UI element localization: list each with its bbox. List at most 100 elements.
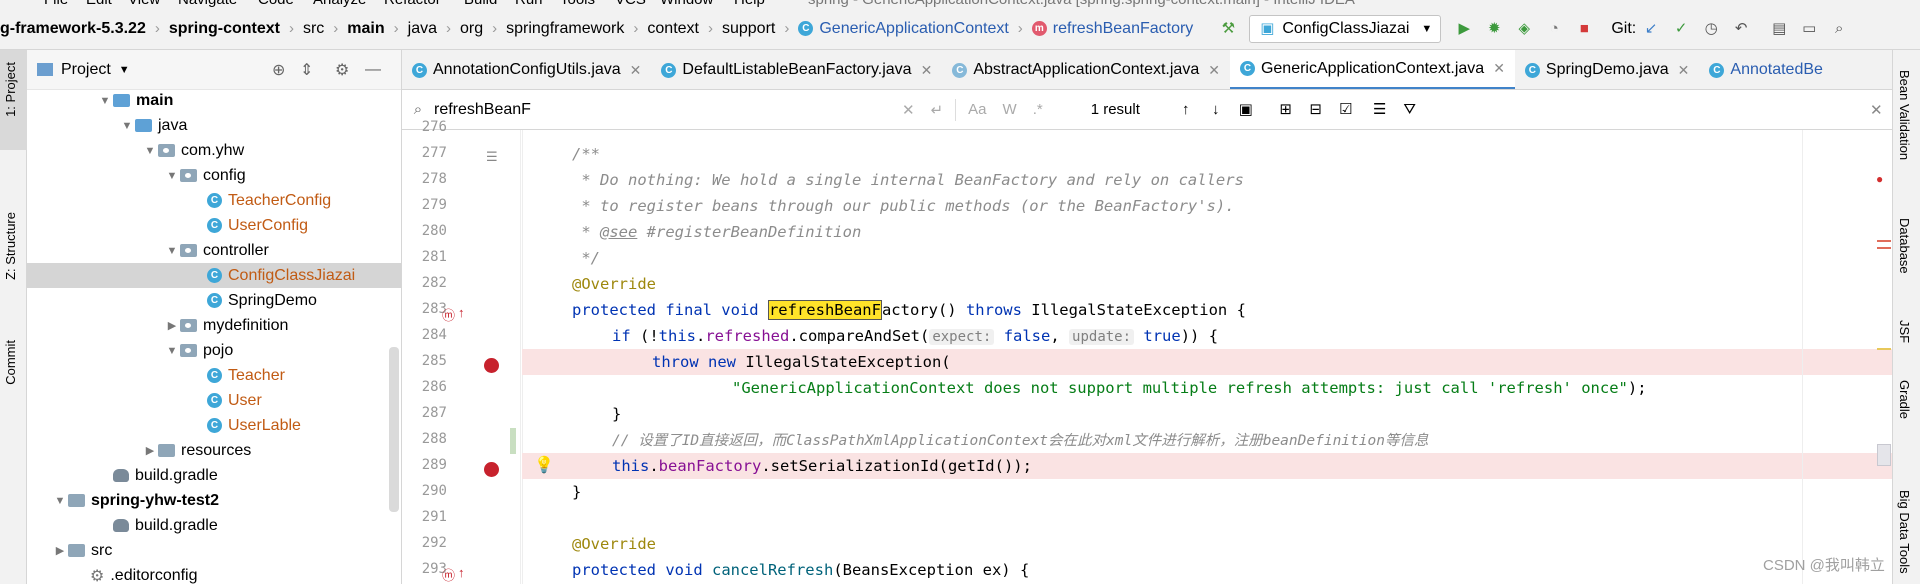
code-editor[interactable]: /** * Do nothing: We hold a single inter…	[522, 130, 1892, 584]
menu-analyze[interactable]: Analyze	[313, 0, 366, 8]
project-structure-icon[interactable]: ▤	[1770, 20, 1788, 38]
stop-icon[interactable]: ■	[1575, 20, 1593, 38]
git-update-icon[interactable]: ↙	[1642, 20, 1660, 38]
jsf-tool-button[interactable]: JSF	[1897, 320, 1912, 343]
breadcrumb-method[interactable]: refreshBeanFactory	[1053, 20, 1194, 38]
profile-icon[interactable]: ◔	[1545, 20, 1563, 38]
git-rollback-icon[interactable]: ↶	[1732, 20, 1750, 38]
menu-window[interactable]: Window	[660, 0, 713, 8]
tab-defaultlistablebeanfactory[interactable]: C DefaultListableBeanFactory.java ✕	[651, 50, 942, 89]
remove-occurrence-icon[interactable]: ⊟	[1307, 101, 1325, 119]
project-tool-button[interactable]: 1: Project	[3, 62, 18, 117]
breakpoint-icon[interactable]	[484, 358, 499, 373]
breadcrumb-org[interactable]: org	[460, 20, 483, 38]
tree-item-class[interactable]: C SpringDemo	[207, 288, 317, 313]
tree-item-resources[interactable]: ▶ resources	[142, 438, 251, 463]
rendered-doc-icon[interactable]: ☰	[486, 149, 498, 165]
tree-item-module[interactable]: ▼ spring-yhw-test2	[52, 488, 219, 513]
error-stripe-marker[interactable]	[1877, 240, 1891, 242]
breadcrumb-project[interactable]: g-framework-5.3.22	[0, 20, 146, 38]
overrides-method-icon[interactable]: ⓜ	[442, 305, 455, 324]
breadcrumb-context[interactable]: context	[647, 20, 699, 38]
tree-item-class[interactable]: C UserLable	[207, 413, 301, 438]
select-all-occurrences-icon[interactable]: ▣	[1237, 101, 1255, 119]
tree-item-java[interactable]: ▼ java	[119, 113, 188, 138]
tree-item-class[interactable]: C Teacher	[207, 363, 285, 388]
close-icon[interactable]: ✕	[1493, 60, 1505, 77]
tree-item-package[interactable]: ▶ mydefinition	[164, 313, 289, 338]
menu-help[interactable]: Help	[734, 0, 765, 8]
tree-item-build-gradle[interactable]: build.gradle	[97, 513, 218, 538]
search-everywhere-icon[interactable]: ⌕	[1830, 20, 1848, 38]
filter-icon[interactable]: ⛛	[1401, 101, 1419, 119]
collapse-all-icon[interactable]: ⇕	[300, 60, 313, 80]
menu-run[interactable]: Run	[515, 0, 543, 8]
build-hammer-icon[interactable]: ⚒	[1219, 20, 1237, 38]
tree-item-package[interactable]: ▼ config	[164, 163, 246, 188]
breadcrumb-main[interactable]: main	[347, 20, 384, 38]
debug-icon[interactable]: ✹	[1485, 20, 1503, 38]
error-stripe-marker[interactable]	[1877, 247, 1891, 249]
select-occurrences-icon[interactable]: ☑	[1337, 101, 1355, 119]
menu-code[interactable]: Code	[258, 0, 294, 8]
hide-icon[interactable]: —	[365, 61, 381, 79]
breadcrumb-java[interactable]: java	[408, 20, 437, 38]
bean-validation-tool-button[interactable]: Bean Validation	[1897, 70, 1912, 160]
locate-icon[interactable]: ⊕	[272, 60, 285, 80]
database-tool-button[interactable]: Database	[1897, 218, 1912, 274]
tree-item-package[interactable]: ▼ com.yhw	[142, 138, 245, 163]
coverage-icon[interactable]: ◈	[1515, 20, 1533, 38]
tree-item-editorconfig[interactable]: ⚙ .editorconfig	[74, 563, 198, 584]
close-icon[interactable]: ✕	[921, 62, 933, 79]
tree-item-main[interactable]: ▼ main	[97, 88, 174, 113]
chevron-down-icon[interactable]: ▼	[119, 64, 130, 76]
tree-item-build-gradle[interactable]: build.gradle	[97, 463, 218, 488]
lightbulb-icon[interactable]: 💡	[534, 455, 554, 475]
menu-file[interactable]: File	[44, 0, 68, 8]
regex-toggle[interactable]: .*	[1033, 101, 1043, 118]
menu-build[interactable]: Build	[464, 0, 497, 8]
add-occurrence-icon[interactable]: ⊞	[1277, 101, 1295, 119]
replace-toggle-icon[interactable]: ↵	[931, 101, 944, 119]
breadcrumb-class[interactable]: GenericApplicationContext	[819, 20, 1008, 38]
git-commit-icon[interactable]: ✓	[1672, 20, 1690, 38]
error-indicator-icon[interactable]: ●	[1876, 172, 1883, 186]
gear-icon[interactable]: ⚙	[335, 60, 349, 80]
menu-navigate[interactable]: Navigate	[178, 0, 237, 8]
presentation-icon[interactable]: ▭	[1800, 20, 1818, 38]
breadcrumb-support[interactable]: support	[722, 20, 775, 38]
tree-item-package[interactable]: ▼ pojo	[164, 338, 234, 363]
tab-genericapplicationcontext[interactable]: C GenericApplicationContext.java ✕	[1229, 50, 1515, 89]
find-input[interactable]	[434, 100, 894, 119]
tab-annotationconfigutils[interactable]: C AnnotationConfigUtils.java ✕	[402, 50, 651, 89]
menu-refactor[interactable]: Refactor	[384, 0, 441, 8]
gradle-tool-button[interactable]: Gradle	[1897, 380, 1912, 419]
vcs-change-marker[interactable]	[510, 428, 516, 454]
git-history-icon[interactable]: ◷	[1702, 20, 1720, 38]
commit-tool-button[interactable]: Commit	[3, 340, 18, 385]
warning-stripe-marker[interactable]	[1877, 348, 1891, 350]
project-panel-title[interactable]: Project	[61, 61, 111, 79]
whole-words-toggle[interactable]: W	[1003, 101, 1017, 118]
close-icon[interactable]: ✕	[630, 62, 642, 79]
close-icon[interactable]: ✕	[1208, 62, 1220, 79]
menu-tools[interactable]: Tools	[560, 0, 595, 8]
arrow-up-icon[interactable]: ↑	[1177, 101, 1195, 119]
breakpoint-icon[interactable]	[484, 462, 499, 477]
tree-item-class[interactable]: C UserConfig	[207, 213, 308, 238]
close-find-icon[interactable]: ✕	[1870, 101, 1883, 119]
breadcrumb-src[interactable]: src	[303, 20, 324, 38]
filter-options-icon[interactable]: ☰	[1371, 101, 1389, 119]
tree-item-class[interactable]: C User	[207, 388, 262, 413]
editor-scroll-thumb[interactable]	[1877, 444, 1891, 466]
tab-annotatedbe[interactable]: C AnnotatedBe	[1699, 50, 1833, 89]
implements-arrow-icon[interactable]: ↑	[458, 305, 465, 320]
close-icon[interactable]: ✕	[1678, 62, 1690, 79]
structure-tool-button[interactable]: Z: Structure	[3, 212, 18, 280]
clear-icon[interactable]: ✕	[902, 101, 915, 119]
tree-item-class-selected[interactable]: C ConfigClassJiazai	[207, 263, 355, 288]
breadcrumb-springframework[interactable]: springframework	[506, 20, 624, 38]
menu-view[interactable]: View	[128, 0, 160, 8]
menu-vcs[interactable]: VCS	[615, 0, 646, 8]
tab-springdemo[interactable]: C SpringDemo.java ✕	[1515, 50, 1699, 89]
